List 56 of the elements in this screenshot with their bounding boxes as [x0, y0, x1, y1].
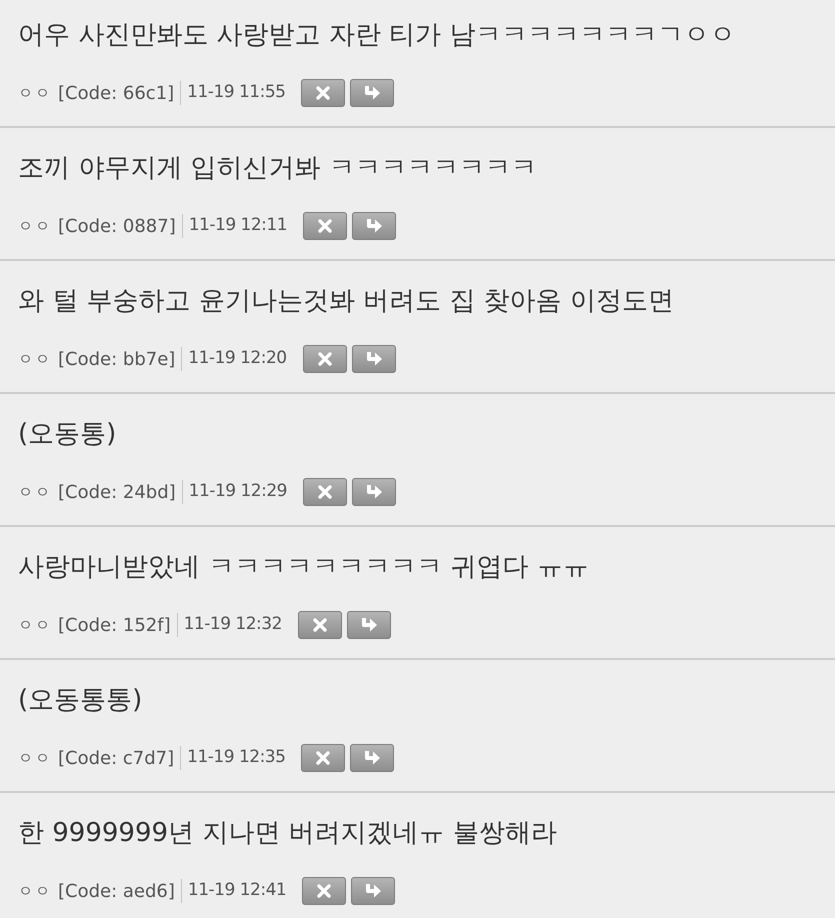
- arrow-icon: [364, 883, 382, 899]
- delete-button[interactable]: [298, 611, 342, 639]
- reply-button[interactable]: [352, 345, 396, 373]
- comment-text: 어우 사진만봐도 사랑받고 자란 티가 남ㅋㅋㅋㅋㅋㅋㅋㄱㅇㅇ: [18, 19, 736, 52]
- comment-text: 사랑마니받았네 ㅋㅋㅋㅋㅋㅋㅋㅋㅋ 귀엽다 ㅠㅠ: [18, 551, 590, 584]
- comment-time: 11-19 12:32: [184, 613, 282, 636]
- comment-text: 한 9999999년 지나면 버려지겠네ㅠ 불쌍해라: [18, 817, 558, 850]
- comment-time: 11-19 12:11: [188, 214, 288, 238]
- comment-time: 11-19 12:35: [187, 746, 286, 770]
- author-name: ㅇㅇ: [18, 82, 52, 104]
- delete-button[interactable]: [301, 79, 346, 107]
- reply-button[interactable]: [350, 744, 394, 772]
- cross-icon: [317, 218, 334, 234]
- arrow-icon: [363, 750, 382, 766]
- reply-button[interactable]: [352, 478, 396, 506]
- comment-text: (오동통): [18, 418, 118, 451]
- author-name: ㅇㅇ: [18, 348, 52, 370]
- cross-icon: [316, 883, 332, 899]
- arrow-icon: [363, 85, 382, 101]
- comment-time: 11-19 11:55: [187, 81, 286, 104]
- author-name: ㅇㅇ: [18, 748, 52, 769]
- cross-icon: [312, 617, 328, 633]
- reply-button[interactable]: [351, 877, 396, 905]
- reply-button[interactable]: [346, 611, 391, 639]
- author-name: ㅇㅇ: [18, 482, 52, 503]
- comment-code: [Code: 152f]: [58, 614, 171, 638]
- reply-button[interactable]: [350, 79, 394, 107]
- delete-button[interactable]: [302, 345, 347, 373]
- delete-button[interactable]: [303, 212, 348, 240]
- cross-icon: [316, 351, 333, 367]
- comment-time: 11-19 12:20: [188, 347, 287, 370]
- comment-code: [Code: bb7e]: [58, 348, 176, 372]
- comment-code: [Code: 0887]: [58, 214, 176, 238]
- arrow-icon: [360, 617, 378, 633]
- comment-text: 조끼 야무지게 입히신거봐 ㅋㅋㅋㅋㅋㅋㅋㅋ: [18, 152, 538, 185]
- arrow-icon: [365, 218, 384, 234]
- author-name: ㅇㅇ: [18, 216, 52, 237]
- comment-time: 11-19 12:41: [188, 879, 286, 902]
- arrow-icon: [364, 484, 383, 500]
- author-name: ㅇㅇ: [18, 614, 52, 636]
- comment-code: [Code: c7d7]: [58, 746, 174, 770]
- cross-icon: [315, 750, 332, 766]
- comment-text: (오동통통): [18, 684, 144, 717]
- comment-code: [Code: 66c1]: [58, 82, 174, 106]
- cross-icon: [316, 484, 333, 500]
- comment-code: [Code: 24bd]: [58, 480, 176, 504]
- delete-button[interactable]: [301, 744, 346, 772]
- comment-code: [Code: aed6]: [58, 880, 175, 904]
- comment-text: 와 털 부숭하고 윤기나는것봐 버려도 집 찾아옴 이정도면: [18, 285, 675, 318]
- cross-icon: [315, 85, 332, 101]
- arrow-icon: [364, 351, 383, 367]
- delete-button[interactable]: [302, 877, 346, 905]
- comment-time: 11-19 12:29: [188, 480, 287, 504]
- reply-button[interactable]: [352, 212, 396, 240]
- delete-button[interactable]: [302, 478, 347, 506]
- author-name: ㅇㅇ: [18, 880, 52, 902]
